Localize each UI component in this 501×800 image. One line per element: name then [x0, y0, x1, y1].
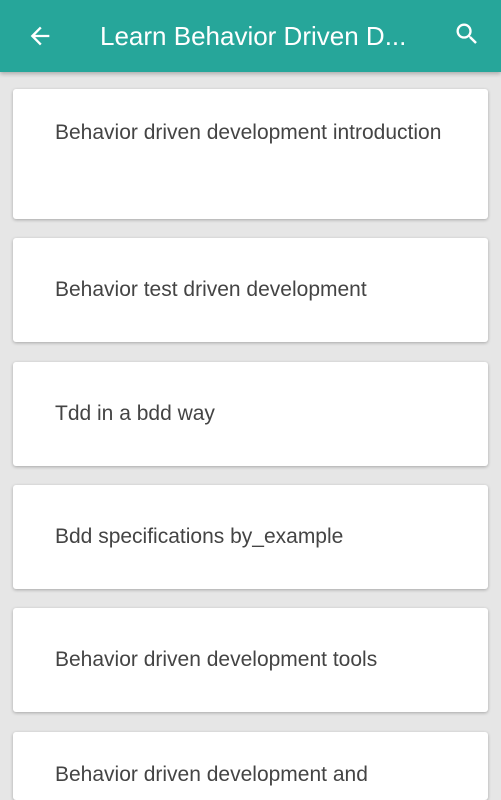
- list-item[interactable]: Behavior driven development introduction: [13, 89, 488, 219]
- list-item-label: Behavior test driven development: [55, 278, 367, 301]
- list-item-label: Tdd in a bdd way: [55, 402, 215, 425]
- app-bar: Learn Behavior Driven D...: [0, 0, 501, 72]
- list-item[interactable]: Behavior driven development and: [13, 732, 488, 800]
- list-item[interactable]: Bdd specifications by_example: [13, 485, 488, 589]
- list-item-label: Behavior driven development and: [55, 763, 368, 786]
- page-title: Learn Behavior Driven D...: [100, 21, 407, 51]
- list-item-label: Behavior driven development tools: [55, 648, 378, 671]
- topic-list: Behavior driven development introduction…: [0, 72, 501, 800]
- search-icon: [456, 23, 477, 44]
- search-button[interactable]: [449, 16, 485, 52]
- arrow-left-icon: [30, 26, 50, 46]
- list-item[interactable]: Tdd in a bdd way: [13, 362, 488, 466]
- list-item-label: Behavior driven development introduction: [55, 121, 442, 144]
- list-item-label: Bdd specifications by_example: [55, 525, 344, 548]
- list-item[interactable]: Behavior test driven development: [13, 238, 488, 342]
- list-item[interactable]: Behavior driven development tools: [13, 608, 488, 712]
- back-button[interactable]: [22, 18, 58, 54]
